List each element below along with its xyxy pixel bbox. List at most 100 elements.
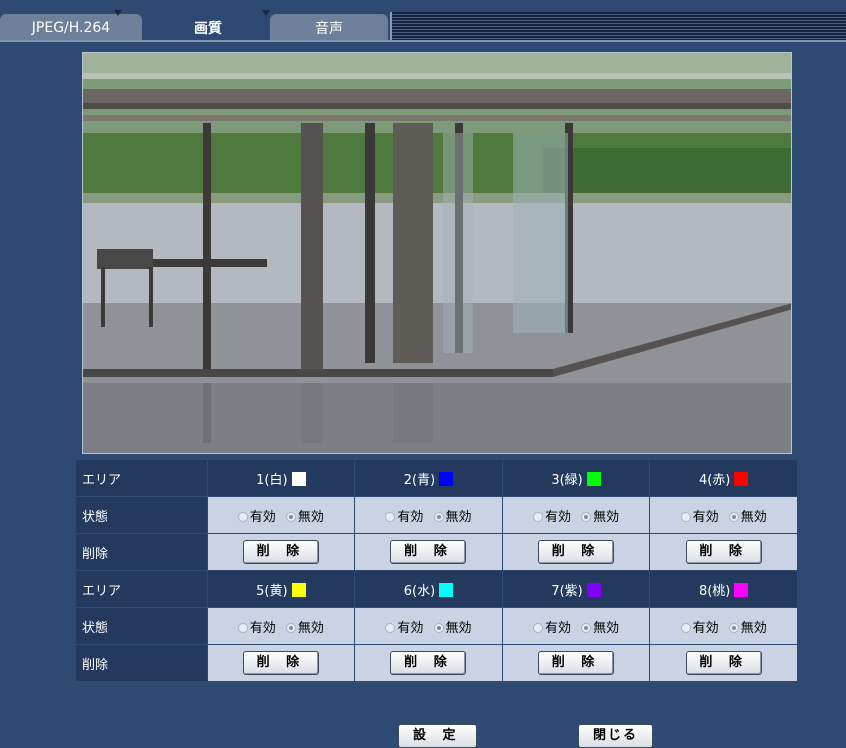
area-3-name: 3(緑)	[551, 472, 583, 488]
enabled-label: 有効	[397, 620, 424, 636]
radio-checked-icon	[433, 511, 444, 522]
radio-checked-icon	[728, 511, 739, 522]
area-8-header: 8(桃)	[650, 571, 798, 608]
area-settings-table: エリア 1(白) 2(青) 3(緑) 4(赤) 状態 有効 無効 有効 無効 有…	[76, 460, 798, 682]
area-1-header: 1(白)	[207, 460, 356, 497]
tab-audio[interactable]: 音声	[270, 14, 388, 42]
radio-icon	[385, 622, 396, 633]
radio-icon	[532, 511, 543, 522]
area-4-delete-button[interactable]: 削 除	[685, 540, 762, 564]
area-7-enabled-radio[interactable]: 有効	[532, 620, 571, 636]
area-2-header: 2(青)	[355, 460, 503, 497]
area-5-delete-cell: 削 除	[207, 645, 356, 682]
radio-icon	[237, 622, 248, 633]
area-2-name: 2(青)	[403, 472, 436, 488]
area-2-color-swatch	[439, 471, 454, 486]
area-5-color-swatch	[291, 582, 306, 597]
area-2-disabled-radio[interactable]: 無効	[433, 509, 472, 525]
disabled-label: 無効	[740, 620, 767, 636]
area-1-delete-button[interactable]: 削 除	[242, 540, 319, 564]
enabled-label: 有効	[692, 620, 719, 636]
area-1-enabled-radio[interactable]: 有効	[237, 509, 276, 525]
tab-jpeg-h264[interactable]: JPEG/H.264	[0, 14, 142, 42]
area-label: エリア	[76, 460, 208, 497]
tab-image-quality[interactable]: 画質	[150, 14, 266, 42]
delete-row: 削除 削 除 削 除 削 除 削 除	[76, 645, 798, 682]
area-3-enabled-radio[interactable]: 有効	[532, 509, 571, 525]
radio-checked-icon	[285, 622, 296, 633]
area-8-enabled-radio[interactable]: 有効	[680, 620, 719, 636]
status-label: 状態	[76, 497, 208, 534]
area-1-delete-cell: 削 除	[207, 534, 356, 571]
close-button[interactable]: 閉じる	[578, 724, 654, 748]
area-2-delete-cell: 削 除	[355, 534, 503, 571]
radio-checked-icon	[433, 622, 444, 633]
area-6-status: 有効 無効	[355, 608, 503, 645]
disabled-label: 無効	[445, 509, 472, 525]
area-5-status: 有効 無効	[207, 608, 356, 645]
disabled-label: 無効	[445, 620, 472, 636]
tab-bar: JPEG/H.264 画質 音声	[0, 0, 846, 42]
enabled-label: 有効	[692, 509, 719, 525]
area-6-enabled-radio[interactable]: 有効	[385, 621, 423, 636]
area-8-disabled-radio[interactable]: 無効	[728, 620, 767, 636]
area-6-delete-button[interactable]: 削 除	[390, 651, 467, 675]
area-6-disabled-radio[interactable]: 無効	[433, 620, 472, 636]
area-3-header: 3(緑)	[502, 460, 651, 497]
area-6-name: 6(水)	[403, 583, 436, 599]
area-7-disabled-radio[interactable]: 無効	[581, 621, 619, 636]
area-8-delete-cell: 削 除	[650, 645, 798, 682]
area-header-row: エリア 5(黄) 6(水) 7(紫) 8(桃)	[76, 571, 798, 608]
area-8-status: 有効 無効	[650, 608, 798, 645]
radio-checked-icon	[285, 511, 296, 522]
radio-icon	[532, 622, 543, 633]
area-5-disabled-radio[interactable]: 無効	[285, 621, 324, 636]
area-3-color-swatch	[586, 471, 601, 486]
area-4-header: 4(赤)	[650, 460, 798, 497]
area-4-color-swatch	[734, 471, 749, 486]
set-button[interactable]: 設 定	[398, 724, 477, 748]
delete-row: 削除 削 除 削 除 削 除 削 除	[76, 534, 798, 571]
area-7-delete-button[interactable]: 削 除	[538, 651, 615, 675]
area-1-color-swatch	[291, 471, 306, 486]
area-3-disabled-radio[interactable]: 無効	[581, 510, 619, 525]
area-label: エリア	[76, 571, 208, 608]
area-5-delete-button[interactable]: 削 除	[242, 651, 319, 675]
area-7-header: 7(紫)	[502, 571, 651, 608]
area-2-enabled-radio[interactable]: 有効	[385, 510, 423, 525]
radio-checked-icon	[728, 622, 739, 633]
enabled-label: 有効	[544, 620, 571, 636]
area-4-disabled-radio[interactable]: 無効	[728, 509, 767, 525]
area-8-color-swatch	[734, 582, 749, 597]
delete-label: 削除	[76, 645, 208, 682]
area-2-delete-button[interactable]: 削 除	[390, 540, 467, 564]
area-4-status: 有効 無効	[650, 497, 798, 534]
radio-icon	[680, 622, 691, 633]
enabled-label: 有効	[397, 509, 424, 525]
area-5-enabled-radio[interactable]: 有効	[237, 621, 276, 636]
enabled-label: 有効	[249, 509, 276, 525]
area-8-delete-button[interactable]: 削 除	[685, 651, 762, 675]
area-7-name: 7(紫)	[551, 583, 583, 599]
radio-checked-icon	[581, 622, 592, 633]
area-1-status: 有効 無効	[207, 497, 356, 534]
tab-notch	[114, 10, 122, 16]
tab-bar-decoration	[390, 12, 846, 42]
area-7-color-swatch	[586, 582, 601, 597]
enabled-label: 有効	[544, 509, 571, 525]
status-row: 状態 有効 無効 有効 無効 有効 無効 有効 無効	[76, 497, 798, 534]
radio-icon	[237, 511, 248, 522]
area-4-enabled-radio[interactable]: 有効	[680, 509, 719, 525]
area-1-disabled-radio[interactable]: 無効	[285, 510, 324, 525]
disabled-label: 無効	[740, 509, 767, 525]
area-header-row: エリア 1(白) 2(青) 3(緑) 4(赤)	[76, 460, 798, 497]
disabled-label: 無効	[593, 509, 620, 525]
radio-checked-icon	[581, 511, 592, 522]
area-5-header: 5(黄)	[207, 571, 356, 608]
area-7-delete-cell: 削 除	[502, 645, 651, 682]
camera-preview-image	[83, 53, 791, 453]
area-3-delete-button[interactable]: 削 除	[538, 540, 615, 564]
area-1-name: 1(白)	[256, 472, 288, 488]
area-6-header: 6(水)	[355, 571, 503, 608]
camera-preview[interactable]	[82, 52, 792, 454]
